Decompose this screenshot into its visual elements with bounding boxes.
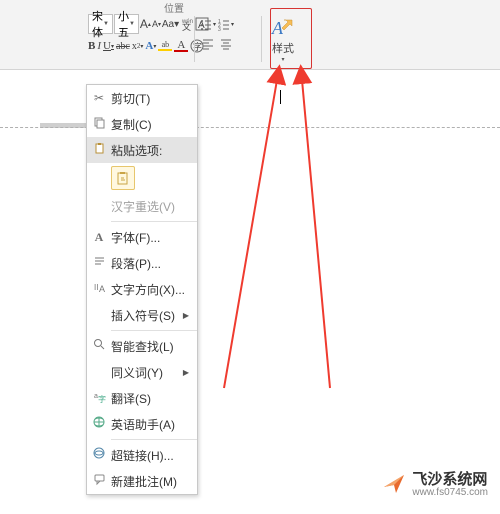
styles-button[interactable]: A 样式 ▾ <box>266 14 300 64</box>
superscript-button[interactable]: x2▾ <box>132 36 144 56</box>
font-size-select[interactable]: 小五 ▼ <box>114 14 139 34</box>
watermark-url: www.fs0745.com <box>412 487 488 498</box>
context-menu: ✂ 剪切(T) 复制(C) 粘贴选项: 汉字重选(V) A 字体(F)... 段… <box>86 84 198 495</box>
align-left-button[interactable] <box>199 34 216 54</box>
menu-smart-lookup[interactable]: 智能查找(L) <box>87 333 197 359</box>
underline-button[interactable]: U▾ <box>103 36 114 56</box>
menu-reconvert: 汉字重选(V) <box>87 193 197 219</box>
menu-insert-symbol[interactable]: 插入符号(S) ▶ <box>87 302 197 328</box>
bold-button[interactable]: B <box>88 36 95 56</box>
watermark-brand: 飞沙系统网 <box>412 468 488 489</box>
shrink-font-button[interactable]: A▾ <box>152 14 161 34</box>
document-area[interactable] <box>0 70 500 514</box>
svg-text:3: 3 <box>218 27 221 31</box>
svg-text:字: 字 <box>98 394 106 403</box>
change-case-button[interactable]: Aa▾ <box>162 14 179 34</box>
menu-separator <box>111 221 197 222</box>
menu-separator <box>111 330 197 331</box>
paper-plane-icon <box>382 471 406 495</box>
group-separator <box>194 16 195 62</box>
comment-icon <box>87 473 111 489</box>
copy-icon <box>87 116 111 132</box>
font-color-swatch-icon <box>174 50 188 52</box>
menu-font[interactable]: A 字体(F)... <box>87 224 197 250</box>
chevron-down-icon: ▼ <box>103 21 109 27</box>
font-a-icon: A <box>87 230 111 245</box>
italic-button[interactable]: I <box>97 36 101 56</box>
ribbon: 位置 宋体 ▼ 小五 ▼ A▴ A▾ Aa▾ wén文 A <box>0 0 500 70</box>
text-direction-icon: IIA <box>87 281 111 297</box>
menu-translate[interactable]: a字 翻译(S) <box>87 385 197 411</box>
chevron-down-icon: ▼ <box>129 21 135 27</box>
text-caret <box>280 90 281 104</box>
scissors-icon: ✂ <box>87 91 111 105</box>
highlight-color-button[interactable]: ab <box>158 36 172 56</box>
globe-icon <box>87 416 111 432</box>
svg-text:文: 文 <box>182 21 191 31</box>
numbering-button[interactable]: 123▾ <box>217 14 234 34</box>
clipboard-paste-icon <box>116 171 130 185</box>
menu-hyperlink[interactable]: 超链接(H)... <box>87 442 197 468</box>
chevron-right-icon: ▶ <box>183 368 191 377</box>
search-icon <box>87 338 111 354</box>
font-row-bottom: B I U▾ abc x2▾ A▾ ab A 字 <box>88 36 190 56</box>
menu-new-comment[interactable]: 新建批注(M) <box>87 468 197 494</box>
column-break-line <box>0 127 500 128</box>
menu-separator <box>111 439 197 440</box>
paste-keep-source-button[interactable] <box>111 166 135 190</box>
phonetic-guide-button[interactable]: wén文 <box>180 14 194 34</box>
strikethrough-button[interactable]: abc <box>116 36 130 56</box>
svg-text:II: II <box>94 283 98 292</box>
menu-paragraph[interactable]: 段落(P)... <box>87 250 197 276</box>
paragraph-icon <box>87 255 111 271</box>
chevron-right-icon: ▶ <box>183 311 191 320</box>
ribbon-main: 宋体 ▼ 小五 ▼ A▴ A▾ Aa▾ wén文 A B I <box>0 10 500 64</box>
styles-label: 样式 <box>272 40 294 56</box>
align-center-button[interactable] <box>217 34 234 54</box>
menu-copy[interactable]: 复制(C) <box>87 111 197 137</box>
paragraph-group: ▾ 123▾ <box>199 14 257 54</box>
font-group: 宋体 ▼ 小五 ▼ A▴ A▾ Aa▾ wén文 A B I <box>0 14 190 56</box>
bullets-button[interactable]: ▾ <box>199 14 216 34</box>
font-color-button[interactable]: A <box>174 36 188 56</box>
clipboard-icon <box>87 142 111 158</box>
highlight-swatch-icon <box>158 49 172 51</box>
menu-text-direction[interactable]: IIA 文字方向(X)... <box>87 276 197 302</box>
ribbon-tabs: 位置 <box>0 0 500 10</box>
paste-options-row <box>87 163 197 193</box>
text-effects-button[interactable]: A▾ <box>145 36 156 56</box>
svg-text:A: A <box>99 284 105 294</box>
link-icon <box>87 447 111 463</box>
menu-cut[interactable]: ✂ 剪切(T) <box>87 85 197 111</box>
font-row-top: 宋体 ▼ 小五 ▼ A▴ A▾ Aa▾ wén文 A <box>88 14 190 34</box>
menu-paste-options-header[interactable]: 粘贴选项: <box>87 137 197 163</box>
group-separator <box>261 16 262 62</box>
font-family-select[interactable]: 宋体 ▼ <box>88 14 113 34</box>
watermark: 飞沙系统网 www.fs0745.com <box>382 468 488 498</box>
menu-synonyms[interactable]: 同义词(Y) ▶ <box>87 359 197 385</box>
grow-font-button[interactable]: A▴ <box>140 14 151 34</box>
menu-english-assistant[interactable]: 英语助手(A) <box>87 411 197 437</box>
translate-icon: a字 <box>87 390 111 406</box>
styles-icon: A <box>270 16 296 42</box>
